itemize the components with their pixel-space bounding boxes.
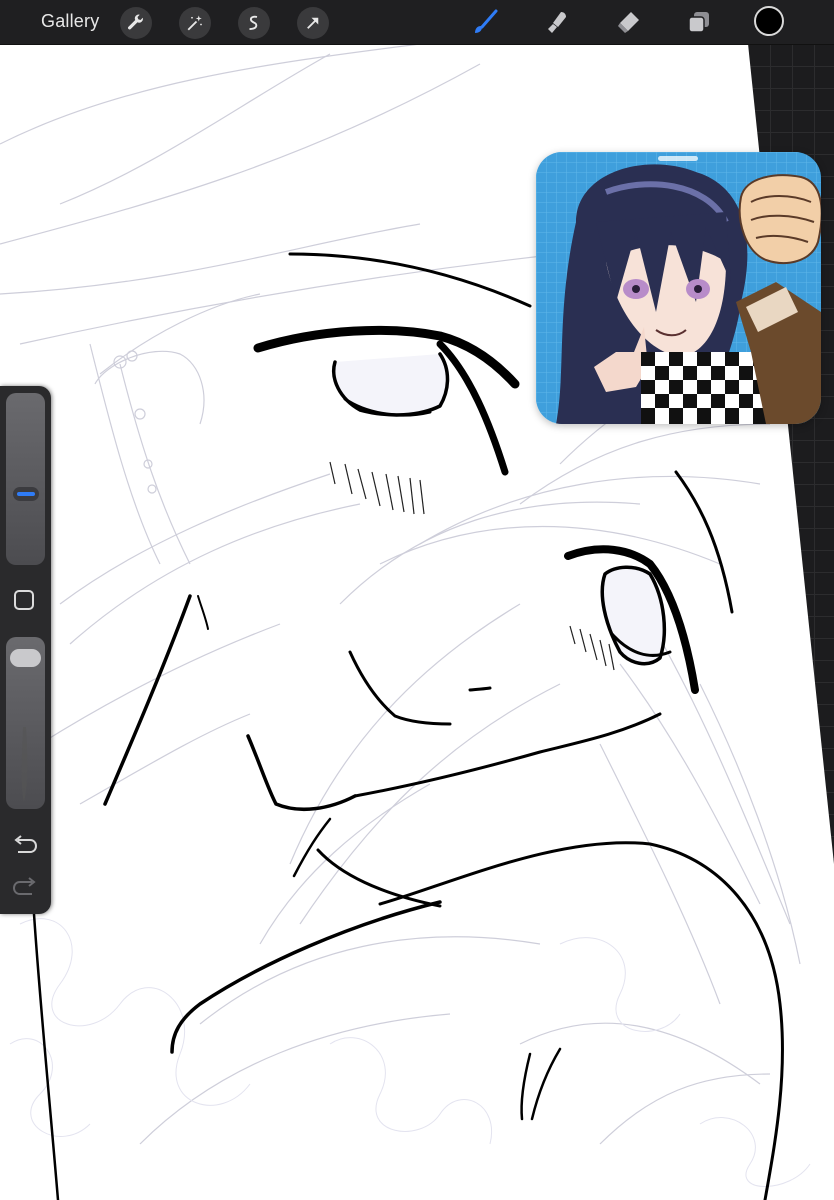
color-swatch-button[interactable] (754, 6, 784, 36)
undo-button[interactable] (12, 834, 38, 856)
adjustments-button[interactable] (179, 7, 211, 39)
brush-size-slider[interactable] (6, 393, 45, 565)
redo-icon (12, 877, 36, 895)
transform-button[interactable] (297, 7, 329, 39)
reference-image-panel[interactable] (536, 152, 821, 424)
actions-button[interactable] (120, 7, 152, 39)
character-reference-image (536, 152, 821, 424)
eraser-tool-button[interactable] (612, 6, 644, 38)
canvas-workspace[interactable] (0, 44, 834, 1200)
eraser-icon (618, 12, 639, 33)
redo-button[interactable] (12, 876, 38, 898)
transform-arrow-icon (307, 17, 319, 29)
layers-icon (688, 12, 709, 33)
opacity-slider[interactable] (6, 637, 45, 809)
brush-size-thumb[interactable] (13, 486, 39, 501)
top-toolbar: Gallery (0, 0, 834, 45)
checkered-scarf (641, 352, 766, 424)
brush-tool-button[interactable] (469, 6, 501, 38)
brush-preview-icon (21, 727, 28, 802)
smudge-icon (548, 12, 566, 33)
modify-button[interactable] (14, 590, 34, 610)
undo-icon (14, 835, 38, 853)
selection-icon (249, 15, 258, 30)
wrench-icon (128, 14, 143, 30)
smudge-tool-button[interactable] (541, 6, 573, 38)
selection-button[interactable] (238, 7, 270, 39)
layers-button[interactable] (683, 6, 715, 38)
magic-wand-icon (187, 15, 202, 31)
brush-icon (475, 9, 498, 33)
left-sidebar (0, 386, 51, 914)
reference-drag-handle[interactable] (658, 156, 698, 161)
gallery-button[interactable]: Gallery (41, 11, 99, 32)
